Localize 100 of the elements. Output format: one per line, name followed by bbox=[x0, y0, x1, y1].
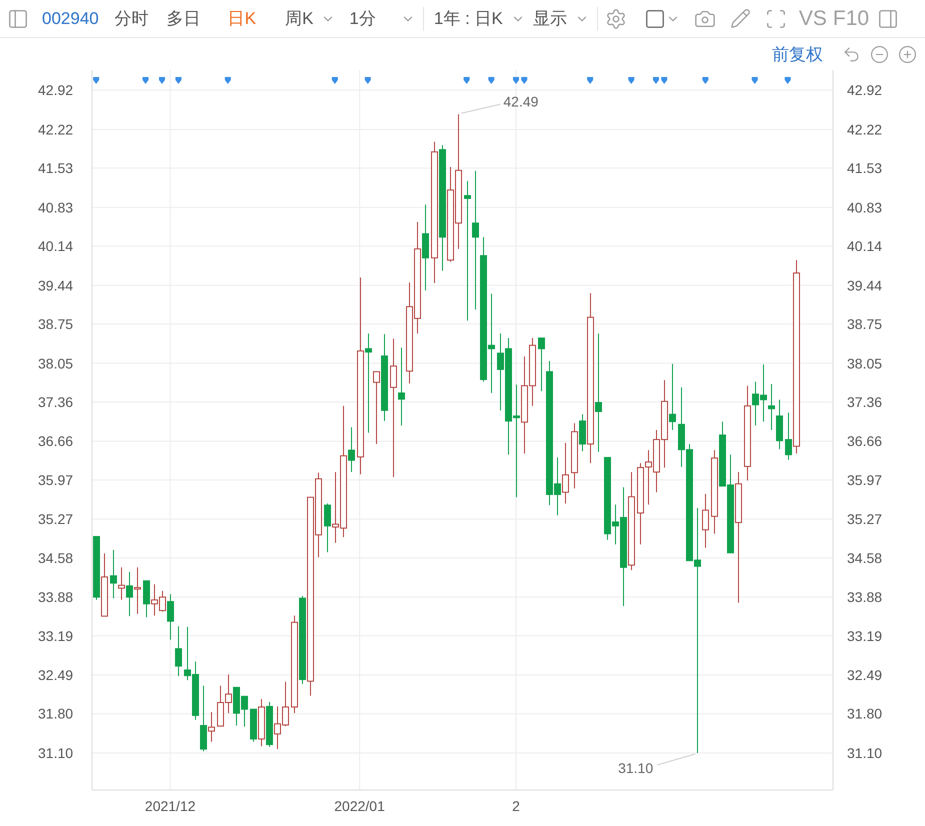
axis-label: 41.53 bbox=[38, 160, 74, 176]
settings-icon[interactable] bbox=[604, 8, 627, 30]
axis-label: 36.66 bbox=[38, 433, 74, 450]
candle-wick bbox=[351, 426, 352, 473]
axis-label: 35.27 bbox=[38, 511, 74, 528]
marker-icon[interactable] bbox=[464, 77, 470, 84]
candle-wick bbox=[335, 472, 336, 544]
candle-wick bbox=[211, 712, 212, 742]
axis-label: 42.92 bbox=[847, 82, 882, 98]
axis-label: 39.44 bbox=[38, 277, 74, 294]
axis-label: 31.10 bbox=[847, 745, 882, 761]
axis-label: 40.14 bbox=[38, 238, 74, 254]
axis-label: 33.88 bbox=[38, 589, 74, 606]
price-label: 31.10 bbox=[618, 760, 654, 776]
period-tab[interactable]: 分时 bbox=[114, 7, 149, 30]
undo-icon[interactable] bbox=[842, 44, 861, 64]
marker-icon[interactable] bbox=[587, 77, 594, 84]
candle-wick bbox=[187, 626, 188, 681]
axis-label: 37.36 bbox=[847, 394, 882, 410]
axis-label: 33.19 bbox=[38, 628, 74, 644]
dropdown[interactable]: 1分 bbox=[349, 7, 415, 30]
fullscreen-icon[interactable] bbox=[764, 8, 787, 30]
marker-icon[interactable] bbox=[224, 77, 231, 84]
candle-wick bbox=[170, 594, 171, 640]
marker-icon[interactable] bbox=[628, 77, 634, 84]
candle-body bbox=[464, 195, 471, 199]
candle-wick bbox=[129, 571, 130, 617]
axis-label: 2 bbox=[512, 798, 520, 814]
axis-label: 31.80 bbox=[38, 706, 74, 722]
marker-icon[interactable] bbox=[521, 77, 528, 84]
candle-wick bbox=[705, 493, 706, 548]
axis-label: 39.44 bbox=[847, 277, 882, 294]
candle-wick bbox=[648, 450, 649, 506]
marker-icon[interactable] bbox=[488, 77, 494, 84]
axis-label: 33.19 bbox=[847, 628, 882, 644]
axis-label: 32.49 bbox=[38, 667, 74, 684]
dropdown[interactable]: 1年 : 日K bbox=[434, 7, 525, 30]
candle-body bbox=[702, 510, 709, 530]
candle-wick bbox=[113, 550, 114, 599]
leader-line bbox=[656, 754, 696, 766]
period-tab[interactable]: 多日 bbox=[166, 7, 201, 30]
marker-icon[interactable] bbox=[364, 77, 371, 84]
axis-label: 40.83 bbox=[847, 199, 882, 216]
marker-icon[interactable] bbox=[784, 77, 791, 84]
marker-icon[interactable] bbox=[332, 77, 338, 84]
candle-wick bbox=[121, 566, 122, 600]
candle-wick bbox=[763, 364, 764, 422]
candle-body bbox=[175, 648, 182, 667]
candle-wick bbox=[755, 381, 756, 426]
price-label: 42.49 bbox=[503, 93, 538, 110]
axis-label: 31.80 bbox=[847, 706, 882, 722]
axis-label: 41.53 bbox=[847, 160, 882, 176]
zoom-out-icon[interactable] bbox=[870, 44, 889, 64]
dropdown[interactable]: 显示 bbox=[532, 7, 589, 30]
axis-label: 34.58 bbox=[38, 550, 74, 566]
panel-toggle-icon[interactable] bbox=[877, 8, 900, 30]
candle-wick bbox=[557, 456, 558, 516]
candle-wick bbox=[228, 674, 229, 714]
axis-label: 35.97 bbox=[847, 472, 882, 488]
marker-icon[interactable] bbox=[175, 77, 182, 84]
axis-label: 38.05 bbox=[38, 355, 74, 372]
marker-icon[interactable] bbox=[158, 77, 165, 84]
axis-label: 40.83 bbox=[38, 199, 74, 216]
candle-wick bbox=[771, 384, 772, 430]
axis-label: 2021/12 bbox=[144, 798, 196, 814]
candle-wick bbox=[672, 363, 673, 430]
candle-wick bbox=[178, 626, 179, 677]
candle-wick bbox=[154, 584, 155, 616]
axis-label: 42.22 bbox=[38, 121, 74, 138]
dropdown[interactable]: 周K bbox=[285, 7, 336, 30]
zoom-in-icon[interactable] bbox=[898, 44, 917, 64]
axis-label: 38.05 bbox=[847, 355, 882, 372]
candle-wick bbox=[327, 502, 328, 553]
marker-icon[interactable] bbox=[93, 77, 100, 84]
marker-icon[interactable] bbox=[513, 77, 520, 84]
axis-label: 38.75 bbox=[38, 316, 74, 332]
marker-icon[interactable] bbox=[661, 77, 668, 84]
axis-label: 42.22 bbox=[847, 121, 882, 138]
checkbox-dropdown[interactable] bbox=[644, 8, 680, 30]
axis-label: 35.97 bbox=[38, 472, 74, 488]
axis-label: 35.27 bbox=[847, 511, 882, 528]
axis-label: 33.88 bbox=[847, 589, 882, 606]
leader-line bbox=[460, 104, 501, 114]
candle-wick bbox=[137, 566, 138, 614]
axis-label: 34.58 bbox=[847, 550, 882, 566]
candle-wick bbox=[615, 504, 616, 545]
axis-label: 38.75 bbox=[847, 316, 882, 332]
marker-icon[interactable] bbox=[702, 77, 708, 84]
adjust-link[interactable]: 前复权 bbox=[772, 42, 823, 66]
marker-icon[interactable] bbox=[142, 77, 149, 84]
pencil-icon[interactable] bbox=[730, 8, 751, 29]
sidebar-toggle-icon[interactable] bbox=[7, 8, 29, 30]
axis-label: 2022/01 bbox=[334, 798, 385, 814]
axis-label: 40.14 bbox=[847, 238, 882, 254]
axis-label: 36.66 bbox=[847, 433, 882, 450]
axis-label: 42.92 bbox=[38, 82, 74, 98]
square-icon bbox=[644, 8, 666, 30]
marker-icon[interactable] bbox=[752, 77, 758, 84]
marker-icon[interactable] bbox=[652, 77, 659, 84]
candle-wick bbox=[162, 590, 163, 612]
